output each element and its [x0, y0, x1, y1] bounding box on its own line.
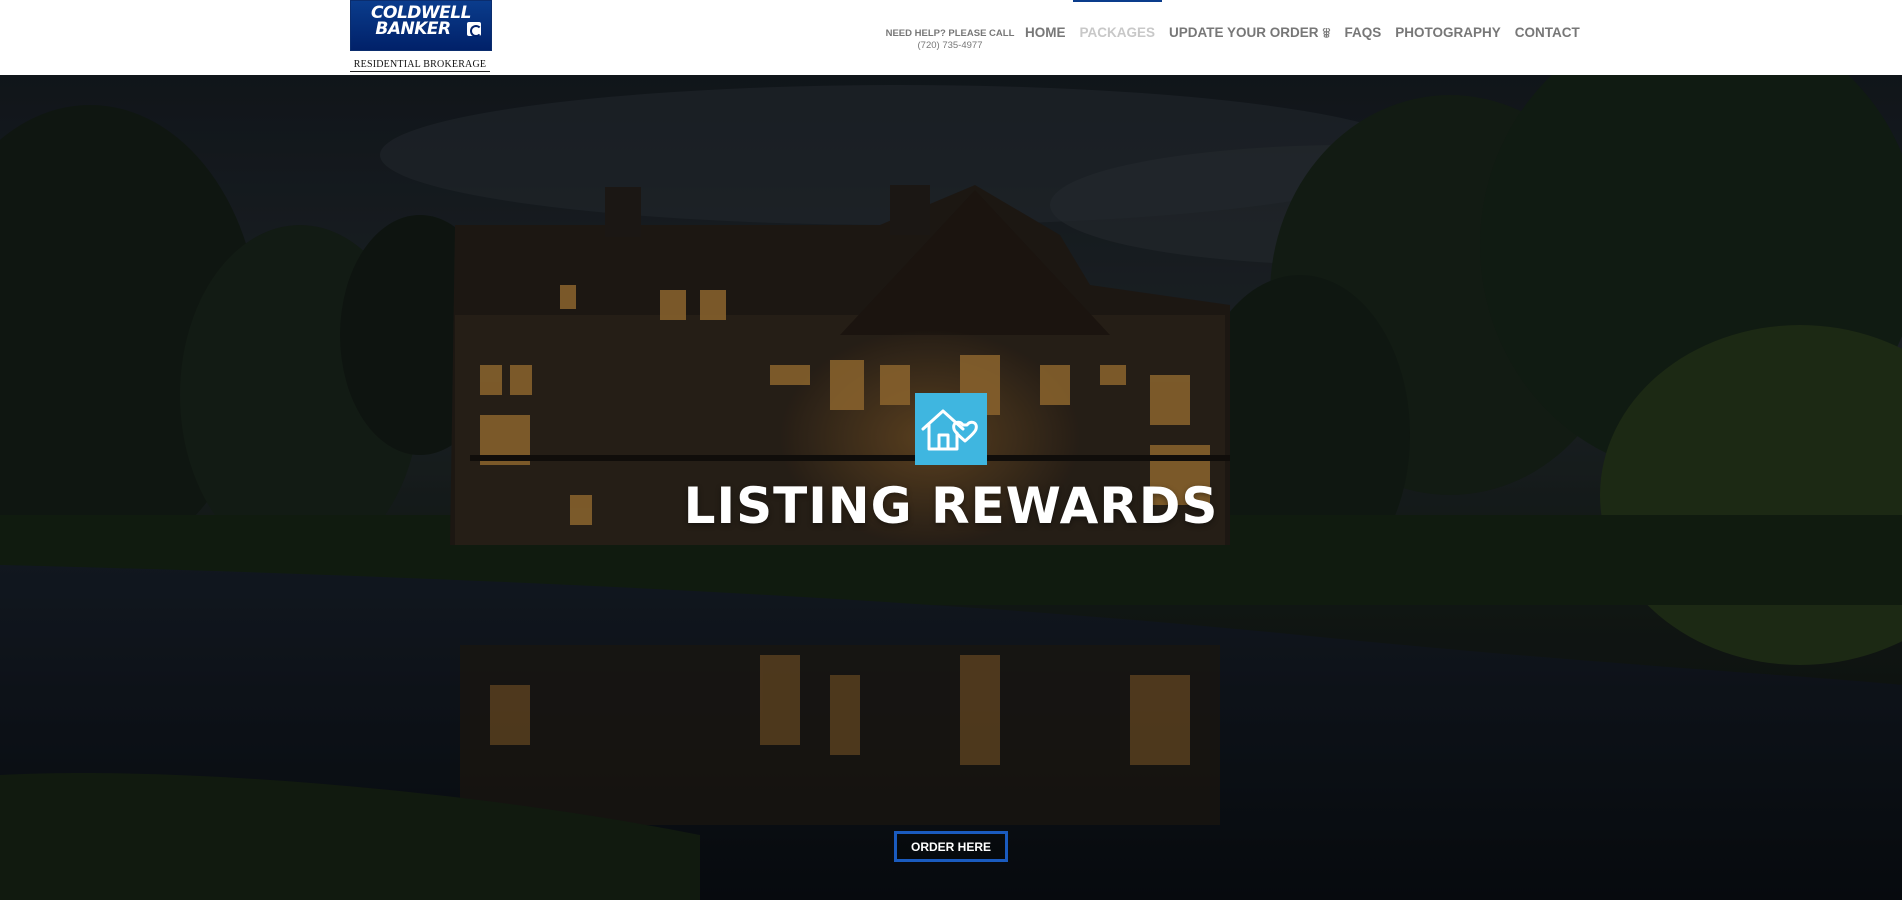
- nav-update-label: UPDATE YOUR ORDER: [1169, 25, 1319, 40]
- house-heart-badge: [915, 393, 987, 465]
- help-text: NEED HELP? PLEASE CALL: [885, 28, 1015, 39]
- house-heart-icon: [921, 409, 978, 451]
- logo-badge: COLDWELL BANKER: [350, 0, 492, 51]
- hero-title: LISTING REWARDS: [683, 477, 1219, 535]
- nav-contact[interactable]: CONTACT: [1515, 24, 1580, 44]
- main-nav: HOME PACKAGES UPDATE YOUR ORDER ⯚ FAQS PH…: [1025, 0, 1594, 44]
- coldwell-banker-logo[interactable]: COLDWELL BANKER RESIDENTIAL BROKERAGE: [350, 0, 492, 75]
- hero-section: LISTING REWARDS ORDER HERE: [0, 75, 1902, 900]
- order-here-button[interactable]: ORDER HERE: [894, 831, 1008, 862]
- nav-home[interactable]: HOME: [1025, 24, 1066, 44]
- nav-update-your-order[interactable]: UPDATE YOUR ORDER ⯚: [1169, 24, 1330, 44]
- logo-line2: BANKER: [375, 19, 451, 39]
- help-contact: NEED HELP? PLEASE CALL (720) 735-4977: [880, 28, 1020, 52]
- logo-subtitle: RESIDENTIAL BROKERAGE: [350, 59, 490, 72]
- chevron-down-icon: ⯚: [1322, 28, 1331, 38]
- nav-faqs[interactable]: FAQS: [1344, 24, 1381, 44]
- logo-mark-icon: [467, 22, 482, 37]
- nav-photography[interactable]: PHOTOGRAPHY: [1395, 24, 1501, 44]
- site-header: COLDWELL BANKER RESIDENTIAL BROKERAGE NE…: [0, 0, 1902, 75]
- help-phone[interactable]: (720) 735-4977: [880, 40, 1020, 52]
- nav-packages[interactable]: PACKAGES: [1072, 0, 1162, 44]
